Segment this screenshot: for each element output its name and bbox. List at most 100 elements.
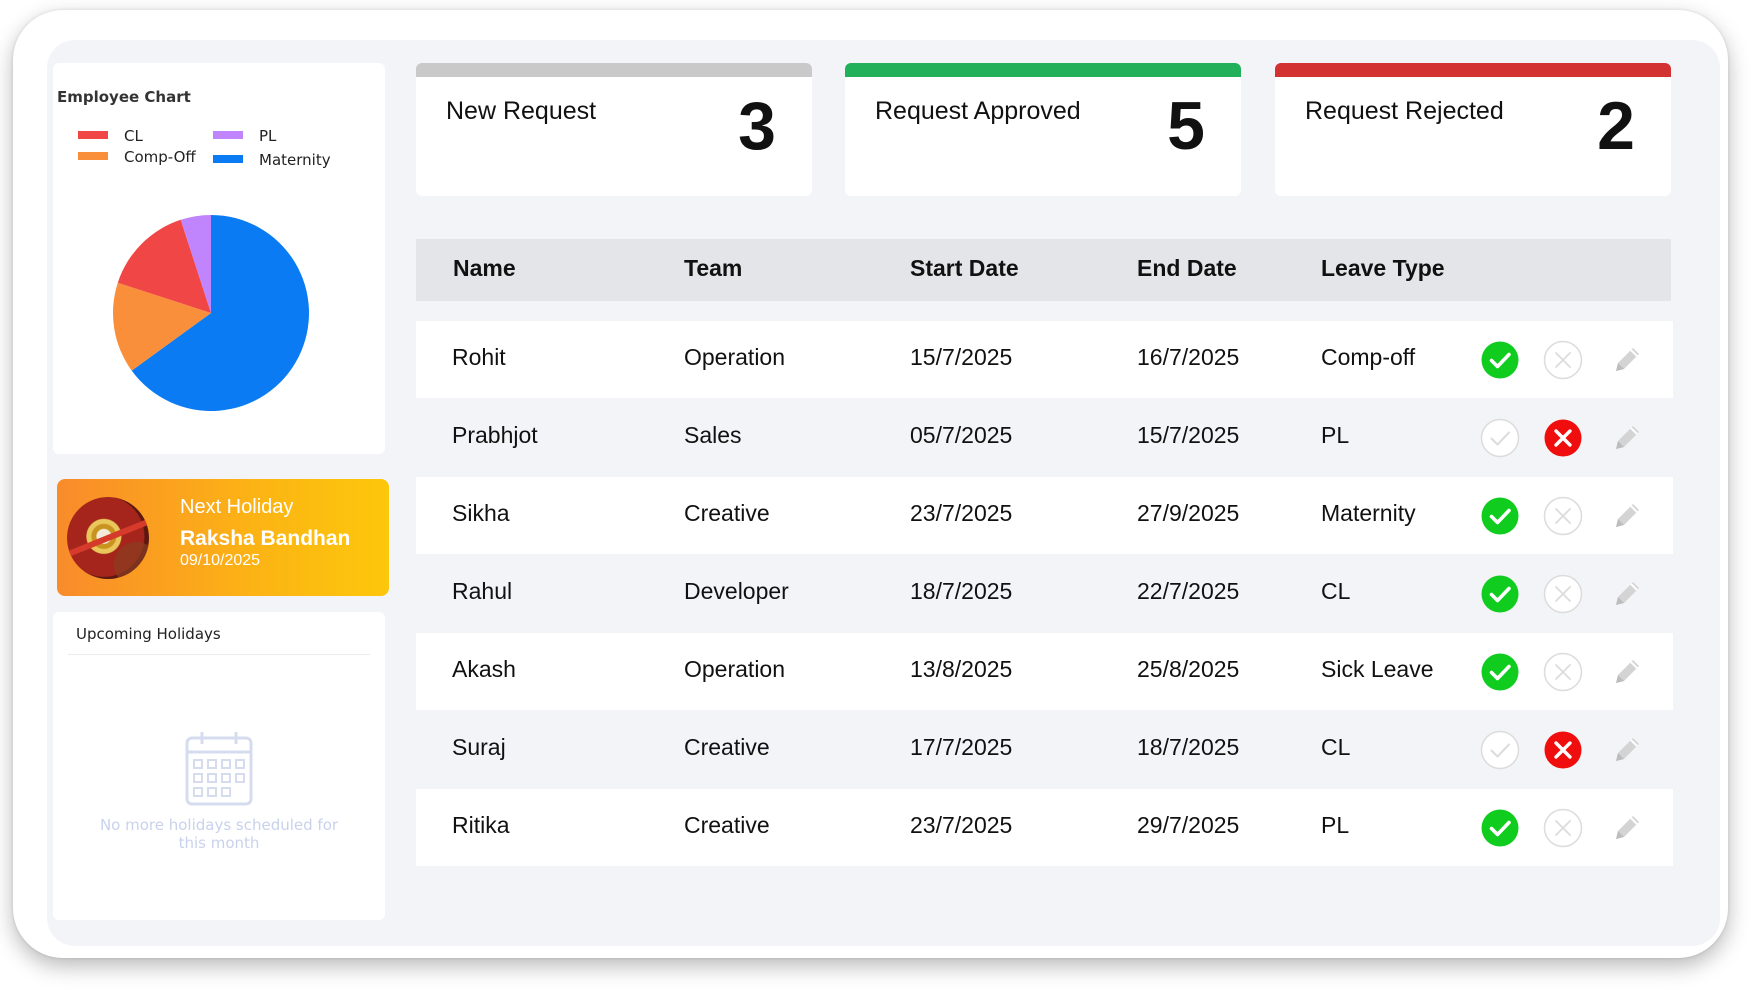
- approve-button[interactable]: [1480, 730, 1520, 770]
- header-end-date[interactable]: End Date: [1137, 255, 1237, 282]
- cell-end-date: 27/9/2025: [1137, 500, 1240, 526]
- cell-team: Developer: [684, 578, 789, 604]
- table-row: Akash Operation 13/8/2025 25/8/2025 Sick…: [416, 633, 1673, 710]
- request-rejected-card[interactable]: Request Rejected 2: [1275, 63, 1671, 196]
- header-start-date[interactable]: Start Date: [910, 255, 1019, 282]
- legend-swatch-pl: [213, 130, 243, 139]
- pencil-icon[interactable]: [1607, 496, 1647, 536]
- pencil-icon[interactable]: [1607, 574, 1647, 614]
- divider: [68, 654, 370, 655]
- reject-button[interactable]: [1543, 340, 1583, 380]
- header-leave-type[interactable]: Leave Type: [1321, 255, 1445, 282]
- next-holiday-date: 09/10/2025: [180, 552, 261, 569]
- cell-name: Sikha: [452, 500, 510, 526]
- cell-start-date: 13/8/2025: [910, 656, 1013, 682]
- calendar-icon: [185, 732, 253, 806]
- legend-item-pl: PL: [213, 127, 276, 145]
- cell-name: Prabhjot: [452, 422, 538, 448]
- holiday-image: [67, 497, 149, 579]
- cell-start-date: 18/7/2025: [910, 578, 1013, 604]
- approve-button[interactable]: [1480, 808, 1520, 848]
- reject-button[interactable]: [1543, 808, 1583, 848]
- cell-name: Ritika: [452, 812, 510, 838]
- cell-start-date: 15/7/2025: [910, 344, 1013, 370]
- legend-label-pl: PL: [259, 127, 277, 145]
- new-request-label: New Request: [446, 97, 597, 125]
- no-holidays-message: No more holidays scheduled for this mont…: [99, 816, 339, 852]
- legend-item-cl: CL: [78, 127, 143, 145]
- request-rejected-count: 2: [1597, 88, 1635, 164]
- table-row: Ritika Creative 23/7/2025 29/7/2025 PL: [416, 789, 1673, 866]
- approve-button[interactable]: [1480, 652, 1520, 692]
- table-row: Sikha Creative 23/7/2025 27/9/2025 Mater…: [416, 477, 1673, 554]
- reject-button[interactable]: [1543, 730, 1583, 770]
- cell-end-date: 29/7/2025: [1137, 812, 1240, 838]
- cell-leave-type: Comp-off: [1321, 344, 1416, 370]
- chart-title: Employee Chart: [57, 88, 191, 106]
- cell-end-date: 15/7/2025: [1137, 422, 1240, 448]
- request-approved-bar: [845, 63, 1241, 77]
- legend-label-comp-off: Comp-Off: [124, 148, 196, 166]
- cell-leave-type: PL: [1321, 422, 1350, 448]
- cell-start-date: 23/7/2025: [910, 500, 1013, 526]
- cell-name: Akash: [452, 656, 516, 682]
- legend-swatch-comp-off: [78, 151, 108, 160]
- cell-team: Operation: [684, 656, 786, 682]
- header-name[interactable]: Name: [453, 255, 516, 282]
- cell-team: Operation: [684, 344, 786, 370]
- new-request-count: 3: [738, 88, 776, 164]
- pencil-icon[interactable]: [1607, 652, 1647, 692]
- employee-chart-card: Employee Chart CL PL Comp-Off Maternity: [53, 63, 385, 454]
- employee-pie-chart: [113, 215, 309, 411]
- cell-start-date: 17/7/2025: [910, 734, 1013, 760]
- next-holiday-name: Raksha Bandhan: [180, 527, 351, 550]
- request-approved-card[interactable]: Request Approved 5: [845, 63, 1241, 196]
- cell-name: Rohit: [452, 344, 506, 370]
- cell-end-date: 16/7/2025: [1137, 344, 1240, 370]
- legend-swatch-cl: [78, 130, 108, 139]
- next-holiday-label: Next Holiday: [180, 496, 294, 518]
- cell-start-date: 23/7/2025: [910, 812, 1013, 838]
- cell-leave-type: Sick Leave: [1321, 656, 1434, 682]
- cell-start-date: 05/7/2025: [910, 422, 1013, 448]
- approve-button[interactable]: [1480, 496, 1520, 536]
- new-request-bar: [416, 63, 812, 77]
- cell-end-date: 18/7/2025: [1137, 734, 1240, 760]
- pencil-icon[interactable]: [1607, 730, 1647, 770]
- legend-item-maternity: Maternity: [213, 151, 331, 169]
- pencil-icon[interactable]: [1607, 808, 1647, 848]
- approve-button[interactable]: [1480, 418, 1520, 458]
- cell-leave-type: CL: [1321, 578, 1351, 604]
- cell-name: Rahul: [452, 578, 513, 604]
- approve-button[interactable]: [1480, 340, 1520, 380]
- upcoming-holidays-title: Upcoming Holidays: [76, 625, 221, 643]
- reject-button[interactable]: [1543, 418, 1583, 458]
- cell-team: Creative: [684, 500, 770, 526]
- reject-button[interactable]: [1543, 496, 1583, 536]
- reject-button[interactable]: [1543, 652, 1583, 692]
- header-team[interactable]: Team: [684, 255, 742, 282]
- cell-end-date: 22/7/2025: [1137, 578, 1240, 604]
- table-row: Rohit Operation 15/7/2025 16/7/2025 Comp…: [416, 321, 1673, 398]
- table-row: Prabhjot Sales 05/7/2025 15/7/2025 PL: [416, 399, 1673, 476]
- cell-name: Suraj: [452, 734, 506, 760]
- table-row: Suraj Creative 17/7/2025 18/7/2025 CL: [416, 711, 1673, 788]
- legend-item-comp-off: Comp-Off: [78, 148, 196, 166]
- legend-swatch-maternity: [213, 154, 243, 163]
- pencil-icon[interactable]: [1607, 418, 1647, 458]
- pencil-icon[interactable]: [1607, 340, 1647, 380]
- upcoming-holidays-card: Upcoming Holidays No more holidays sched…: [53, 612, 385, 920]
- cell-leave-type: CL: [1321, 734, 1351, 760]
- cell-team: Creative: [684, 812, 770, 838]
- new-request-card[interactable]: New Request 3: [416, 63, 812, 196]
- cell-leave-type: Maternity: [1321, 500, 1416, 526]
- cell-team: Creative: [684, 734, 770, 760]
- leave-table-header: Name Team Start Date End Date Leave Type: [416, 239, 1671, 301]
- request-approved-count: 5: [1167, 88, 1205, 164]
- cell-leave-type: PL: [1321, 812, 1350, 838]
- request-approved-label: Request Approved: [875, 97, 1081, 125]
- reject-button[interactable]: [1543, 574, 1583, 614]
- approve-button[interactable]: [1480, 574, 1520, 614]
- request-rejected-label: Request Rejected: [1305, 97, 1504, 125]
- legend-label-maternity: Maternity: [259, 151, 331, 169]
